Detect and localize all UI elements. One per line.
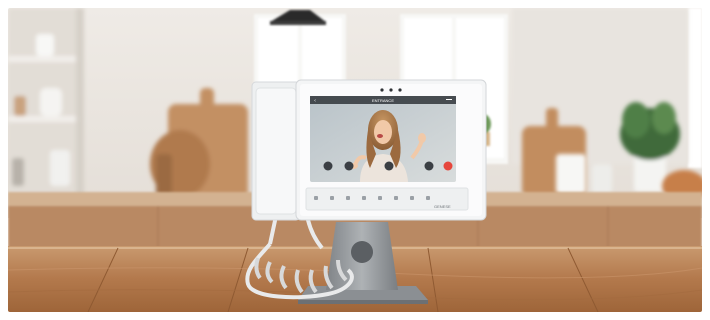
menu-icon[interactable] <box>446 99 452 100</box>
camera-icon <box>380 88 384 92</box>
brand-label: GENESE <box>434 204 451 209</box>
kitchen-scene: ENTRANCE ‹ GENESE <box>8 8 702 312</box>
home-icon[interactable] <box>426 196 430 200</box>
settings-icon[interactable] <box>410 196 414 200</box>
mute-icon[interactable] <box>378 196 382 200</box>
speaker-icon[interactable] <box>362 196 366 200</box>
phone-icon[interactable] <box>314 196 318 200</box>
window-far-right <box>688 8 702 168</box>
menu-button-icon[interactable] <box>394 196 398 200</box>
handset[interactable] <box>255 87 297 215</box>
video-icon[interactable] <box>424 161 434 171</box>
camera-button-icon[interactable] <box>346 196 350 200</box>
hangup-icon[interactable] <box>443 161 453 171</box>
key-icon[interactable] <box>330 196 334 200</box>
left-shelving <box>8 8 84 208</box>
snapshot-icon[interactable] <box>323 161 333 171</box>
unlock-icon[interactable] <box>344 161 354 171</box>
back-arrow-icon[interactable]: ‹ <box>314 98 316 104</box>
screen-title: ENTRANCE <box>372 98 394 103</box>
microphone-icon[interactable] <box>384 161 394 171</box>
intercom-device: ENTRANCE ‹ GENESE <box>251 79 487 221</box>
